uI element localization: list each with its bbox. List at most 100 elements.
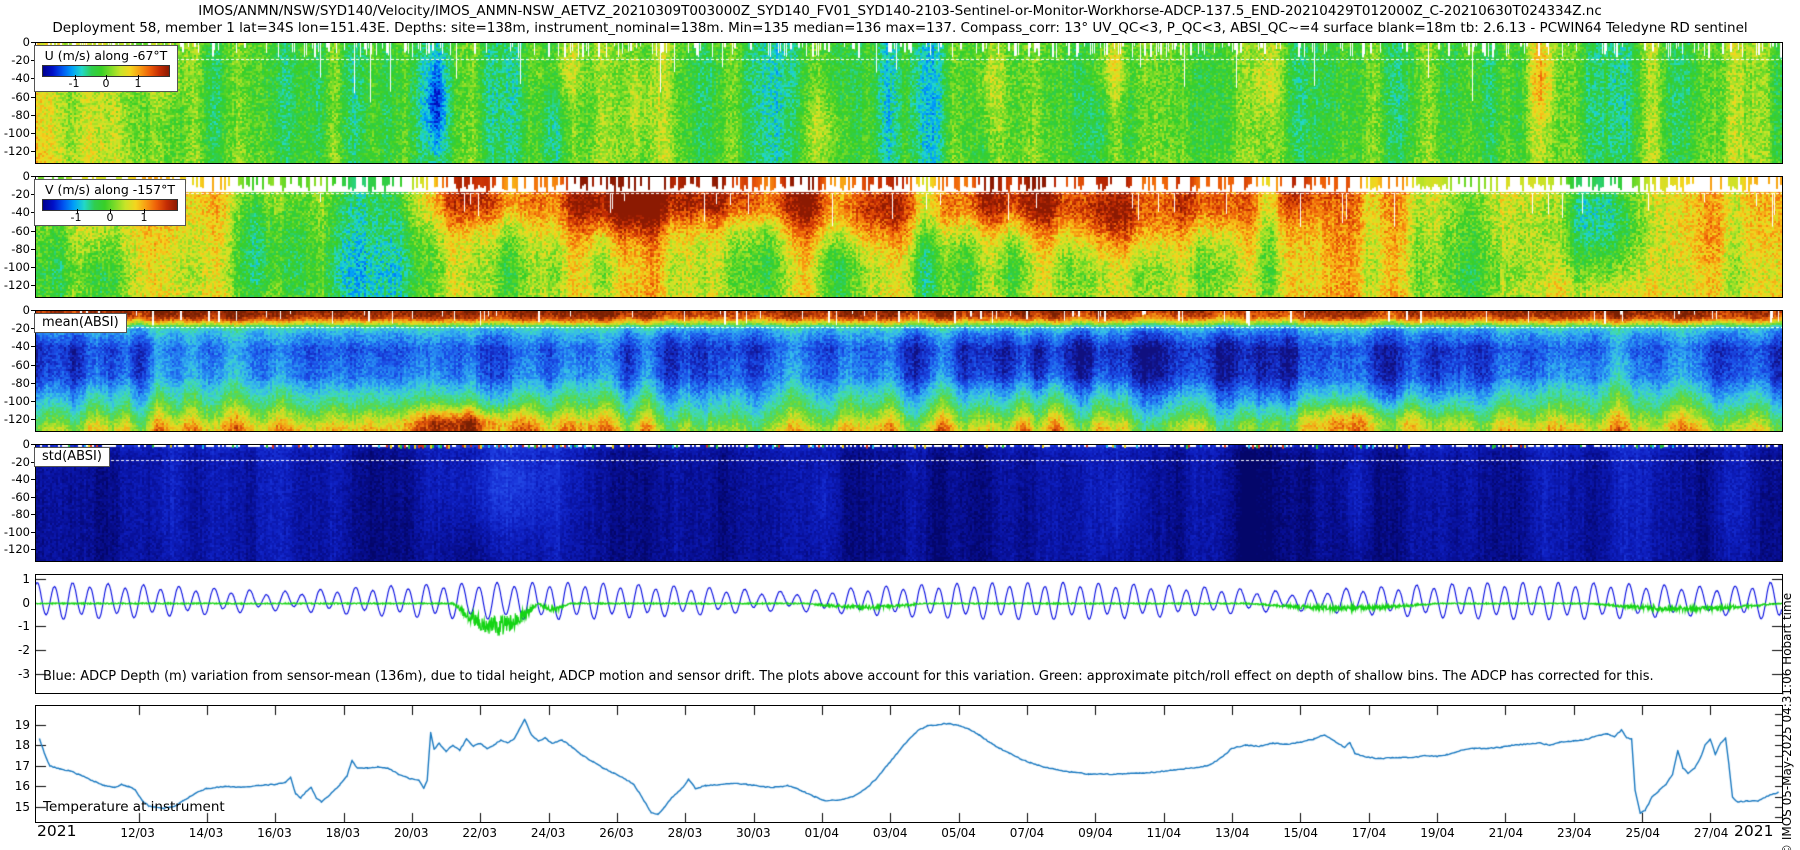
temperature-canvas	[36, 706, 1782, 822]
colorbar-tick-label: 0	[107, 211, 114, 224]
temperature-tick-label: 16	[0, 779, 30, 793]
credit-vertical-text: © IMOS 05-May-2025 04:31:06 Hobart time	[1780, 456, 1796, 850]
x-tick-label: 07/04	[999, 826, 1055, 840]
depth-tick-label: -40	[0, 71, 30, 85]
colorbar-tick-label: 0	[103, 77, 110, 90]
colorbar-tick-label: -1	[71, 211, 82, 224]
u-colorbar-labels: -101	[42, 77, 170, 91]
depth-tick-label: -20	[0, 455, 30, 469]
depth-tick-label: -60	[0, 90, 30, 104]
depth-tick-mark	[31, 365, 35, 366]
depth-tick-mark	[31, 285, 35, 286]
x-tick-label: 26/03	[589, 826, 645, 840]
depth-tick-mark	[31, 267, 35, 268]
x-tick-label: 11/04	[1136, 826, 1192, 840]
colorbar-tick-label: 1	[135, 77, 142, 90]
figure-title-line1: IMOS/ANMN/NSW/SYD140/Velocity/IMOS_ANMN-…	[0, 3, 1800, 19]
x-tick-label: 14/03	[178, 826, 234, 840]
x-tick-label: 23/04	[1546, 826, 1602, 840]
depth-tick-label: -120	[0, 542, 30, 556]
x-tick-label: 01/04	[794, 826, 850, 840]
x-tick-label: 13/04	[1204, 826, 1260, 840]
x-tick-label: 28/03	[657, 826, 713, 840]
depth-tick-label: -100	[0, 260, 30, 274]
depth-tick-label: -100	[0, 525, 30, 539]
depth-tick-label: -80	[0, 376, 30, 390]
panel-mean-absi: mean(ABSI)	[35, 310, 1783, 432]
depth-tick-label: 0	[0, 303, 30, 317]
temperature-tick-label: 15	[0, 800, 30, 814]
x-tick-label: 20/03	[383, 826, 439, 840]
depth-tick-label: 0	[0, 35, 30, 49]
depth-tick-mark	[31, 444, 35, 445]
depth-tick-label: -40	[0, 205, 30, 219]
panel-u-velocity: U (m/s) along -67°T -101	[35, 42, 1783, 164]
std-absi-label: std(ABSI)	[34, 447, 110, 467]
depth-tick-mark	[31, 151, 35, 152]
depth-variation-tick-label: -3	[0, 667, 30, 681]
depth-tick-mark	[31, 231, 35, 232]
depth-tick-label: -100	[0, 394, 30, 408]
depth-tick-label: -20	[0, 321, 30, 335]
depth-variation-tick-label: -1	[0, 619, 30, 633]
mean-absi-label: mean(ABSI)	[34, 313, 127, 333]
u-colorbar	[42, 65, 170, 77]
std-absi-heatmap-canvas	[36, 445, 1782, 561]
depth-tick-mark	[31, 97, 35, 98]
v-legend-title: V (m/s) along -157°T	[35, 180, 185, 198]
x-tick-label: 09/04	[1067, 826, 1123, 840]
depth-tick-mark	[31, 419, 35, 420]
panel-std-absi: std(ABSI)	[35, 444, 1783, 562]
depth-tick-label: -20	[0, 53, 30, 67]
depth-tick-label: -60	[0, 224, 30, 238]
depth-tick-mark	[31, 249, 35, 250]
depth-tick-mark	[31, 479, 35, 480]
x-tick-label: 15/04	[1273, 826, 1329, 840]
depth-tick-label: -40	[0, 339, 30, 353]
depth-tick-mark	[31, 176, 35, 177]
depth-tick-label: -40	[0, 472, 30, 486]
x-tick-label: 22/03	[452, 826, 508, 840]
panel-depth-variation: Blue: ADCP Depth (m) variation from sens…	[35, 574, 1783, 694]
u-legend: U (m/s) along -67°T -101	[34, 45, 178, 92]
x-tick-label: 05/04	[931, 826, 987, 840]
v-colorbar	[42, 199, 178, 211]
x-tick-label: 25/04	[1615, 826, 1671, 840]
depth-tick-label: -80	[0, 507, 30, 521]
v-colorbar-labels: -101	[42, 211, 178, 225]
depth-tick-mark	[31, 532, 35, 533]
x-tick-label: 18/03	[315, 826, 371, 840]
depth-tick-label: -20	[0, 187, 30, 201]
adcp-deployment-figure: IMOS/ANMN/NSW/SYD140/Velocity/IMOS_ANMN-…	[0, 0, 1800, 850]
u-velocity-heatmap-canvas	[36, 43, 1782, 163]
depth-tick-mark	[31, 514, 35, 515]
temperature-tick-label: 19	[0, 718, 30, 732]
panel-v-velocity: V (m/s) along -157°T -101	[35, 176, 1783, 298]
figure-title-line2: Deployment 58, member 1 lat=34S lon=151.…	[0, 20, 1800, 36]
x-tick-label: 21/04	[1478, 826, 1534, 840]
mean-absi-heatmap-canvas	[36, 311, 1782, 431]
depth-tick-label: -60	[0, 358, 30, 372]
v-velocity-heatmap-canvas	[36, 177, 1782, 297]
depth-tick-label: -120	[0, 412, 30, 426]
depth-tick-mark	[31, 42, 35, 43]
x-tick-label: 27/04	[1683, 826, 1739, 840]
year-label-left: 2021	[37, 822, 76, 840]
depth-tick-mark	[31, 310, 35, 311]
x-tick-label: 24/03	[520, 826, 576, 840]
depth-tick-label: -80	[0, 108, 30, 122]
depth-tick-label: -60	[0, 490, 30, 504]
x-tick-label: 17/04	[1341, 826, 1397, 840]
x-tick-label: 12/03	[110, 826, 166, 840]
depth-tick-mark	[31, 115, 35, 116]
depth-tick-mark	[31, 401, 35, 402]
depth-tick-mark	[31, 346, 35, 347]
x-tick-label: 19/04	[1410, 826, 1466, 840]
x-tick-label: 30/03	[725, 826, 781, 840]
depth-tick-label: -120	[0, 144, 30, 158]
x-tick-label: 16/03	[246, 826, 302, 840]
depth-tick-label: 0	[0, 169, 30, 183]
depth-tick-mark	[31, 497, 35, 498]
depth-variation-tick-label: 0	[0, 596, 30, 610]
depth-tick-label: -100	[0, 126, 30, 140]
